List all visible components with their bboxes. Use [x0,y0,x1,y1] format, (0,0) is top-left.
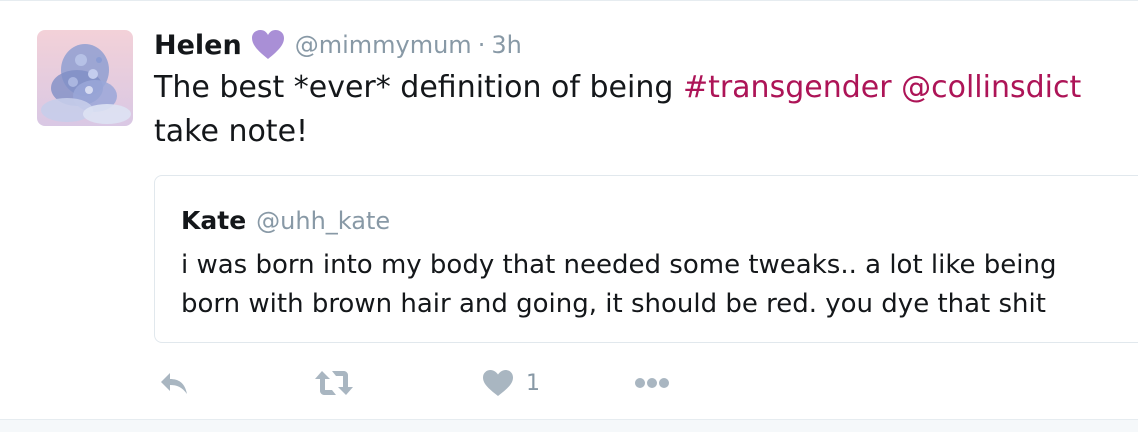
tweet-text-part: The best *ever* definition of being [154,70,683,105]
tweet-card[interactable]: Helen @mimmymum · 3h The best *ever* def… [0,0,1138,420]
quoted-author-name: Kate [181,206,247,235]
more-icon [634,377,670,389]
more-button[interactable] [634,363,670,403]
avatar[interactable] [37,30,133,126]
quoted-tweet-text: i was born into my body that needed some… [181,250,1057,319]
timestamp[interactable]: 3h [491,31,521,59]
purple-heart-icon [251,29,285,61]
tweet-text: The best *ever* definition of being #tra… [154,66,1129,154]
quoted-author-handle: @uhh_kate [256,207,391,235]
quoted-tweet[interactable]: Kate @uhh_kate i was born into my body t… [154,175,1138,343]
author-handle[interactable]: @mimmymum [295,31,472,59]
reply-icon [158,369,190,397]
tweet-header: Helen @mimmymum · 3h [154,25,522,65]
text-space [892,70,902,105]
quoted-tweet-header: Kate @uhh_kate [181,206,390,235]
author-display-name[interactable]: Helen [154,30,242,61]
separator-dot: · [477,31,486,59]
tweet-text-part: take note! [154,114,309,149]
retweet-icon [314,369,354,397]
hashtag-link[interactable]: #transgender [683,70,892,105]
heart-icon [482,369,514,397]
like-button[interactable]: 1 [482,363,540,403]
avatar-image [37,30,133,126]
retweet-button[interactable] [314,363,354,403]
like-count: 1 [526,370,540,396]
mention-link[interactable]: @collinsdict [901,70,1081,105]
reply-button[interactable] [158,363,190,403]
tweet-actions: 1 [154,363,754,403]
